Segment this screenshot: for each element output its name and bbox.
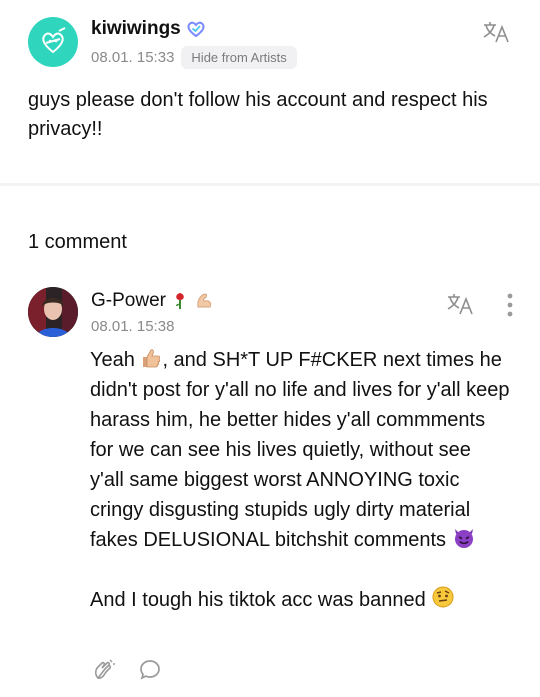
section-divider [0,183,540,186]
comment-timestamp: 08.01. 15:38 [91,318,175,335]
comment-bubble-icon [140,660,160,680]
translate-icon [447,294,473,315]
reply-button[interactable] [136,656,164,684]
thumbs-up-icon [143,349,161,368]
comment-author-name[interactable]: G-Power [91,290,166,312]
smiling-devil-icon [454,529,473,548]
cheer-button[interactable] [90,656,118,684]
translate-comment-button[interactable] [444,290,478,318]
flexed-biceps-icon [197,293,212,308]
logo-icon [42,27,66,54]
avatar-photo [28,287,78,337]
cheer-icon [94,659,115,679]
comment-text-second: And I tough his tiktok acc was banned [90,589,426,611]
post-body-text: guys please don't follow his account and… [28,89,488,140]
verified-heart-icon [187,21,205,38]
comment-body: Yeah , and SH*T UP F#CKER next times he … [90,345,510,615]
raised-eyebrow-face-icon [432,586,454,608]
translate-post-button[interactable] [480,18,514,46]
hide-from-artists-button[interactable]: Hide from Artists [181,46,297,69]
comment-text-start: Yeah [90,349,135,371]
rose-icon [175,293,184,309]
comments-count: 1 comment [28,231,127,253]
translate-icon [483,22,509,43]
comment-author-avatar[interactable] [28,287,78,337]
post-author-name[interactable]: kiwiwings [91,18,181,40]
comment-text-main: , and SH*T UP F#CKER next times he didn'… [90,349,510,551]
post-author-avatar[interactable] [28,17,78,67]
more-vertical-icon [507,293,513,317]
comment-more-button[interactable] [500,290,520,320]
post-timestamp: 08.01. 15:33 [91,49,175,66]
